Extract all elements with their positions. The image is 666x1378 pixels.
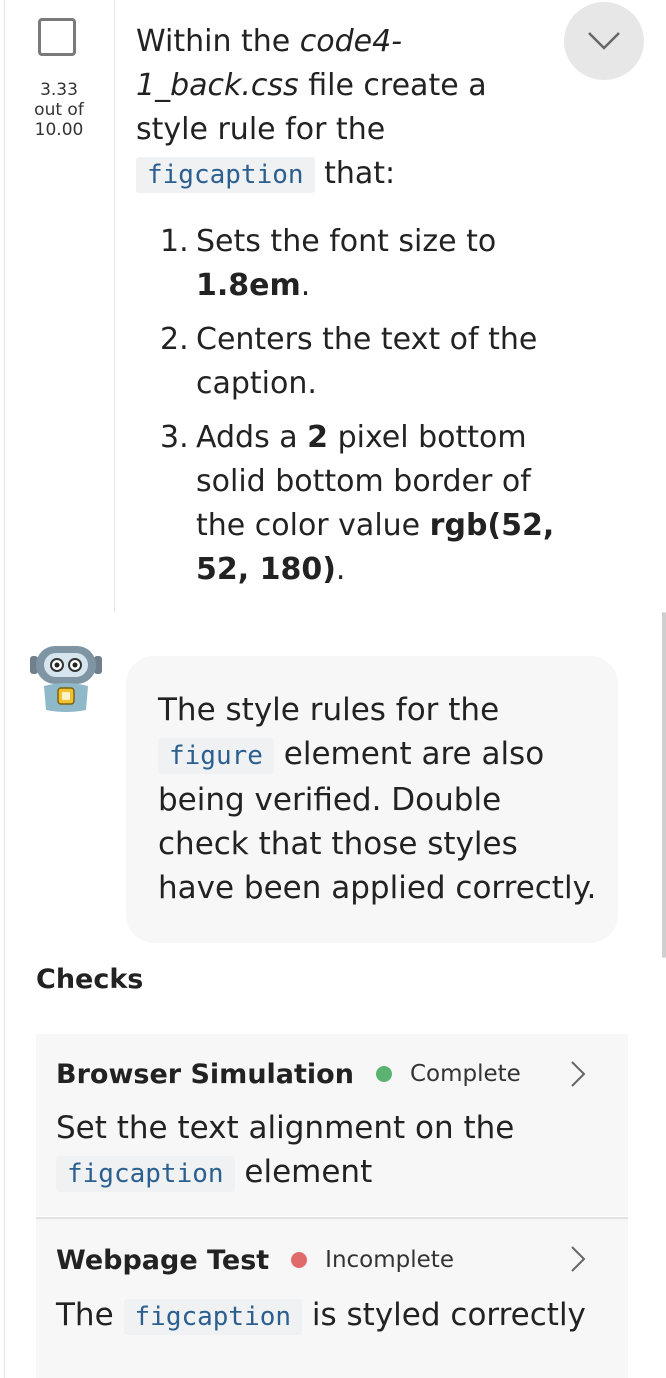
check-browser-simulation[interactable]: Browser Simulation Complete Set the text… [36,1034,628,1216]
step-item: 1. Sets the font size to 1.8em. [160,220,560,308]
step-item: 3. Adds a 2 pixel bottom solid bottom bo… [160,416,560,592]
message-text: The style rules for the [158,692,500,728]
score-out-of: out of [34,100,84,120]
check-description: The figcaption is styled correctly [56,1293,608,1339]
check-name: Webpage Test [56,1244,270,1276]
status-dot-complete [375,1066,392,1082]
figcaption-code: figcaption [123,1299,303,1335]
step-text: . [300,268,311,303]
step-text: Sets the font size to [196,224,497,259]
chevron-down-icon [588,32,620,50]
step-item: 2. Centers the text of the caption. [160,318,560,406]
check-status: Complete [409,1061,521,1087]
step-text: . [335,552,346,587]
scrollbar[interactable] [662,612,666,958]
step-bold: 1.8em [196,268,301,303]
check-description: Set the text alignment on the figcaption… [56,1106,608,1196]
task-instructions: Within the code4-1_back.css file create … [136,20,556,197]
status-dot-incomplete [291,1252,308,1268]
figure-code: figure [158,738,274,774]
check-webpage-test[interactable]: Webpage Test Incomplete The figcaption i… [36,1217,628,1378]
task-checkbox[interactable] [38,18,76,56]
description-text: The [56,1297,124,1333]
score-value: 3.33 [40,80,78,100]
figcaption-code: figcaption [56,1156,235,1192]
step-bold: 2 [307,420,329,455]
left-border [4,0,5,1378]
step-number: 2. [160,322,189,357]
assistant-message: The style rules for the figure element a… [126,656,618,943]
check-header: Webpage Test Incomplete [56,1219,608,1301]
selector-code: figcaption [136,157,315,193]
column-divider [114,0,115,612]
instruction-text: Within the [136,24,300,59]
step-text: Adds a [196,420,308,455]
description-text: is styled correctly [302,1297,586,1333]
check-header: Browser Simulation Complete [56,1034,608,1114]
chevron-right-icon[interactable] [570,1060,586,1088]
step-number: 1. [160,224,189,259]
score-total: 10.00 [34,120,84,140]
instruction-text: that: [314,156,396,191]
check-name: Browser Simulation [56,1058,354,1090]
chevron-right-icon[interactable] [570,1245,586,1273]
task-steps: 1. Sets the font size to 1.8em. 2. Cente… [160,220,560,602]
description-text: Set the text alignment on the [56,1110,515,1146]
score: 3.33 out of 10.00 [24,80,94,140]
robot-icon [30,646,102,712]
step-number: 3. [160,420,189,455]
checks-heading: Checks [36,964,144,995]
check-status: Incomplete [325,1247,454,1273]
step-text: Centers the text of the caption. [196,322,538,401]
description-text: element [234,1154,373,1190]
collapse-button[interactable] [564,2,644,80]
